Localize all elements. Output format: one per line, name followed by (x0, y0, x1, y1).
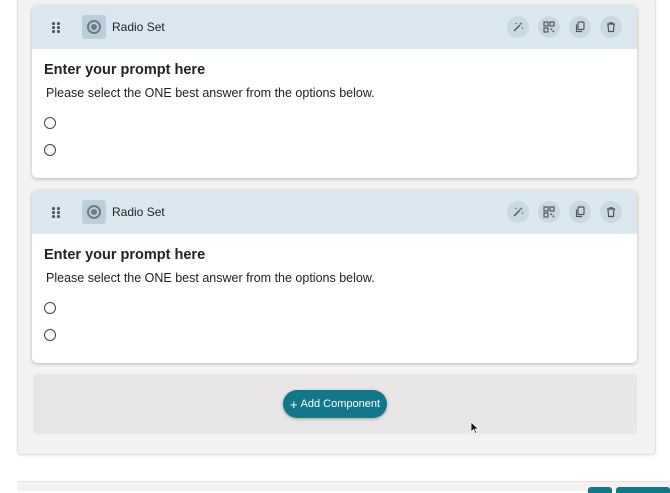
radio-button-icon (82, 200, 106, 224)
component-type-label: Radio Set (112, 20, 165, 34)
plus-icon: + (289, 396, 298, 412)
drag-handle-icon[interactable] (52, 22, 60, 33)
trash-icon (607, 22, 615, 33)
component-type-label: Radio Set (112, 205, 165, 219)
trash-icon (607, 207, 615, 218)
delete-button[interactable] (600, 16, 622, 38)
magic-wand-icon (513, 207, 524, 217)
copy-button[interactable] (569, 201, 591, 223)
radio-option[interactable] (44, 117, 56, 129)
component-card: Radio Set Enter your prompt here Please … (32, 190, 637, 363)
radio-option[interactable] (44, 329, 56, 341)
radio-option[interactable] (44, 144, 56, 156)
instruction-text[interactable]: Please select the ONE best answer from t… (46, 271, 375, 285)
prompt-text[interactable]: Enter your prompt here (44, 247, 205, 263)
add-component-area: + Add Component (33, 374, 637, 434)
prompt-text[interactable]: Enter your prompt here (44, 62, 205, 78)
magic-wand-button[interactable] (507, 201, 529, 223)
footer-button[interactable] (588, 487, 612, 493)
mouse-cursor-icon (470, 421, 480, 435)
radio-button-icon (82, 15, 106, 39)
component-header: Radio Set (32, 5, 637, 49)
magic-wand-icon (513, 22, 524, 32)
add-component-label: Add Component (300, 398, 381, 410)
component-card: Radio Set Enter your prompt here Please … (32, 5, 637, 178)
qr-code-icon (543, 206, 555, 218)
qr-code-icon (543, 21, 555, 33)
add-component-button[interactable]: + Add Component (283, 390, 387, 418)
copy-icon (575, 21, 585, 33)
magic-wand-button[interactable] (507, 16, 529, 38)
qr-code-button[interactable] (538, 16, 560, 38)
copy-button[interactable] (569, 16, 591, 38)
instruction-text[interactable]: Please select the ONE best answer from t… (46, 86, 375, 100)
copy-icon (575, 206, 585, 218)
drag-handle-icon[interactable] (52, 207, 60, 218)
footer-button[interactable] (616, 487, 670, 493)
delete-button[interactable] (600, 201, 622, 223)
component-header: Radio Set (32, 190, 637, 234)
qr-code-button[interactable] (538, 201, 560, 223)
radio-option[interactable] (44, 302, 56, 314)
